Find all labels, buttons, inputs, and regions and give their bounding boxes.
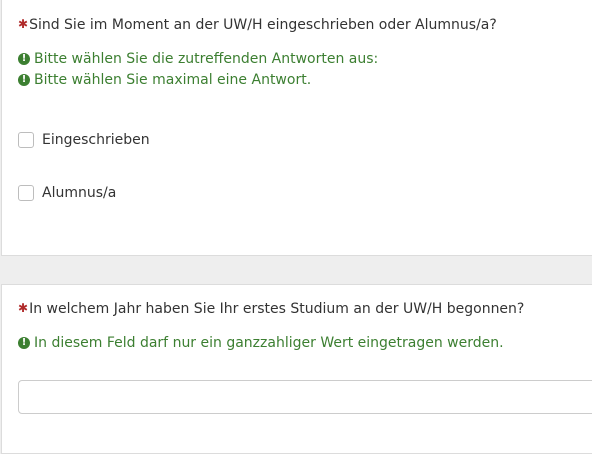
question-title: ✱Sind Sie im Moment an der UW/H eingesch… (18, 17, 497, 33)
asterisk-icon: ✱ (18, 17, 29, 31)
asterisk-icon: ✱ (18, 301, 29, 315)
question-title: ✱In welchem Jahr haben Sie Ihr erstes St… (18, 301, 524, 317)
exclamation-circle-icon: ! (18, 74, 30, 86)
option-alumnus[interactable]: Alumnus/a (18, 185, 116, 201)
exclamation-circle-icon: ! (18, 337, 30, 349)
tip-select-answers: ! Bitte wählen Sie die zutreffenden Antw… (18, 51, 378, 67)
checkbox-alumnus[interactable] (18, 185, 34, 201)
tip-text: Bitte wählen Sie maximal eine Antwort. (34, 72, 312, 88)
tip-text: In diesem Feld darf nur ein ganzzahliger… (34, 335, 504, 351)
tip-integer-only: ! In diesem Feld darf nur ein ganzzahlig… (18, 335, 504, 351)
start-year-input[interactable] (18, 380, 592, 414)
question-text: Sind Sie im Moment an der UW/H eingeschr… (29, 17, 497, 33)
option-eingeschrieben[interactable]: Eingeschrieben (18, 132, 150, 148)
option-label[interactable]: Eingeschrieben (42, 132, 150, 148)
tip-max-one-answer: ! Bitte wählen Sie maximal eine Antwort. (18, 72, 311, 88)
question-text: In welchem Jahr haben Sie Ihr erstes Stu… (29, 301, 525, 317)
checkbox-eingeschrieben[interactable] (18, 132, 34, 148)
tip-text: Bitte wählen Sie die zutreffenden Antwor… (34, 51, 379, 67)
question-panel-start-year: ✱In welchem Jahr haben Sie Ihr erstes St… (1, 284, 592, 454)
exclamation-circle-icon: ! (18, 53, 30, 65)
option-label[interactable]: Alumnus/a (42, 185, 116, 201)
question-panel-enrollment: ✱Sind Sie im Moment an der UW/H eingesch… (1, 0, 592, 256)
